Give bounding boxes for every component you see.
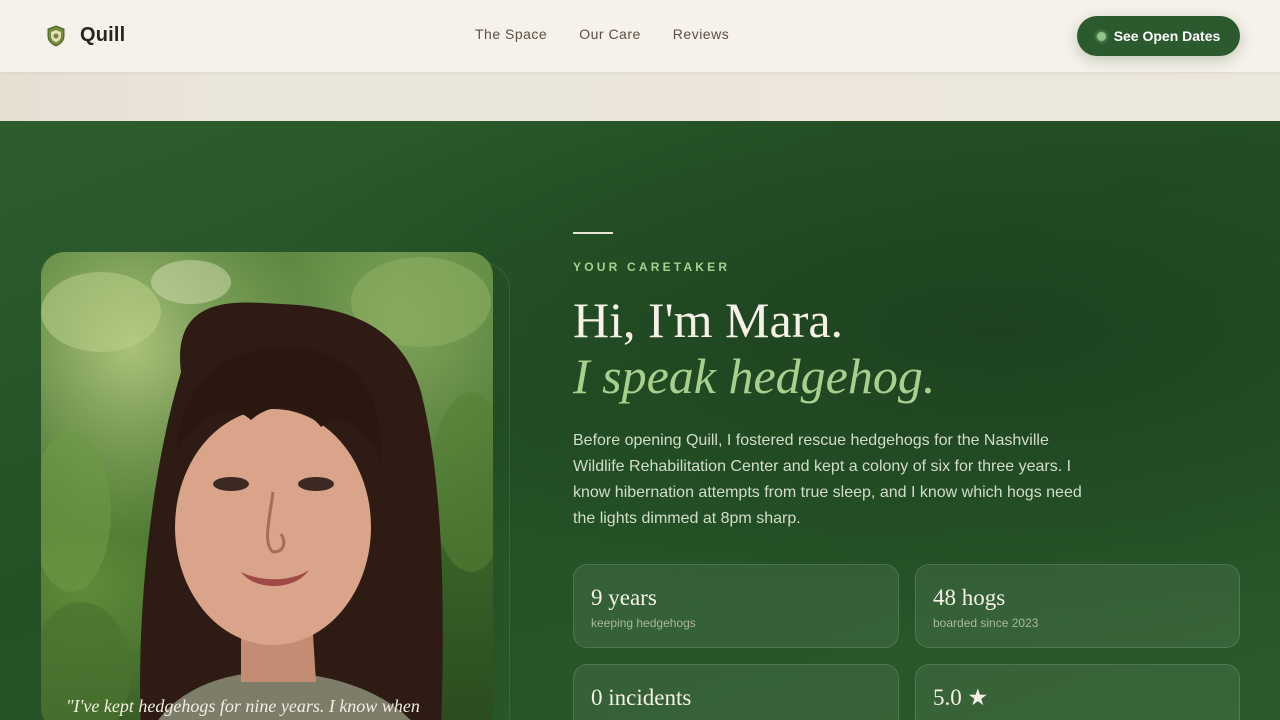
caretaker-headline-accent: I speak hedgehog. [573, 348, 936, 404]
stat-value: 0 incidents [591, 685, 692, 710]
stat-label: keeping hedgehogs [591, 616, 696, 630]
brand-name: Quill [80, 24, 126, 46]
section-eyebrow: YOUR CARETAKER [573, 260, 731, 274]
nav-link-our-care[interactable]: Our Care [579, 26, 641, 42]
stat-card-years: 9 years keeping hedgehogs [573, 564, 899, 648]
status-dot-icon [1096, 31, 1106, 41]
section-divider [573, 232, 613, 234]
stat-value: 48 hogs [933, 585, 1006, 610]
caretaker-photo [41, 252, 493, 720]
stat-value: 5.0 ★ [933, 685, 989, 710]
hedgehog-shield-icon [47, 24, 65, 47]
caretaker-portrait-illustration [41, 257, 493, 720]
caretaker-headline: Hi, I'm Mara. [573, 292, 844, 348]
cta-label: See Open Dates [1113, 28, 1221, 44]
main-nav: The Space Our Care Reviews [475, 26, 761, 42]
brand-logo[interactable]: Quill [46, 24, 125, 47]
hero-bottom-band [0, 72, 1280, 121]
stat-card-rating: 5.0 ★ [915, 664, 1240, 720]
stat-label: boarded since 2023 [933, 616, 1039, 630]
nav-link-the-space[interactable]: The Space [475, 26, 547, 42]
stat-card-incidents: 0 incidents [573, 664, 899, 720]
nav-link-reviews[interactable]: Reviews [673, 26, 729, 42]
stat-value: 9 years [591, 585, 657, 610]
caretaker-bio: Before opening Quill, I fostered rescue … [573, 432, 1082, 527]
stat-card-hogs: 48 hogs boarded since 2023 [915, 564, 1240, 648]
caretaker-quote: "I've kept hedgehogs for nine years. I k… [66, 696, 420, 716]
see-open-dates-button[interactable]: See Open Dates [1077, 16, 1240, 56]
site-header: Quill The Space Our Care Reviews See Ope… [0, 0, 1280, 72]
